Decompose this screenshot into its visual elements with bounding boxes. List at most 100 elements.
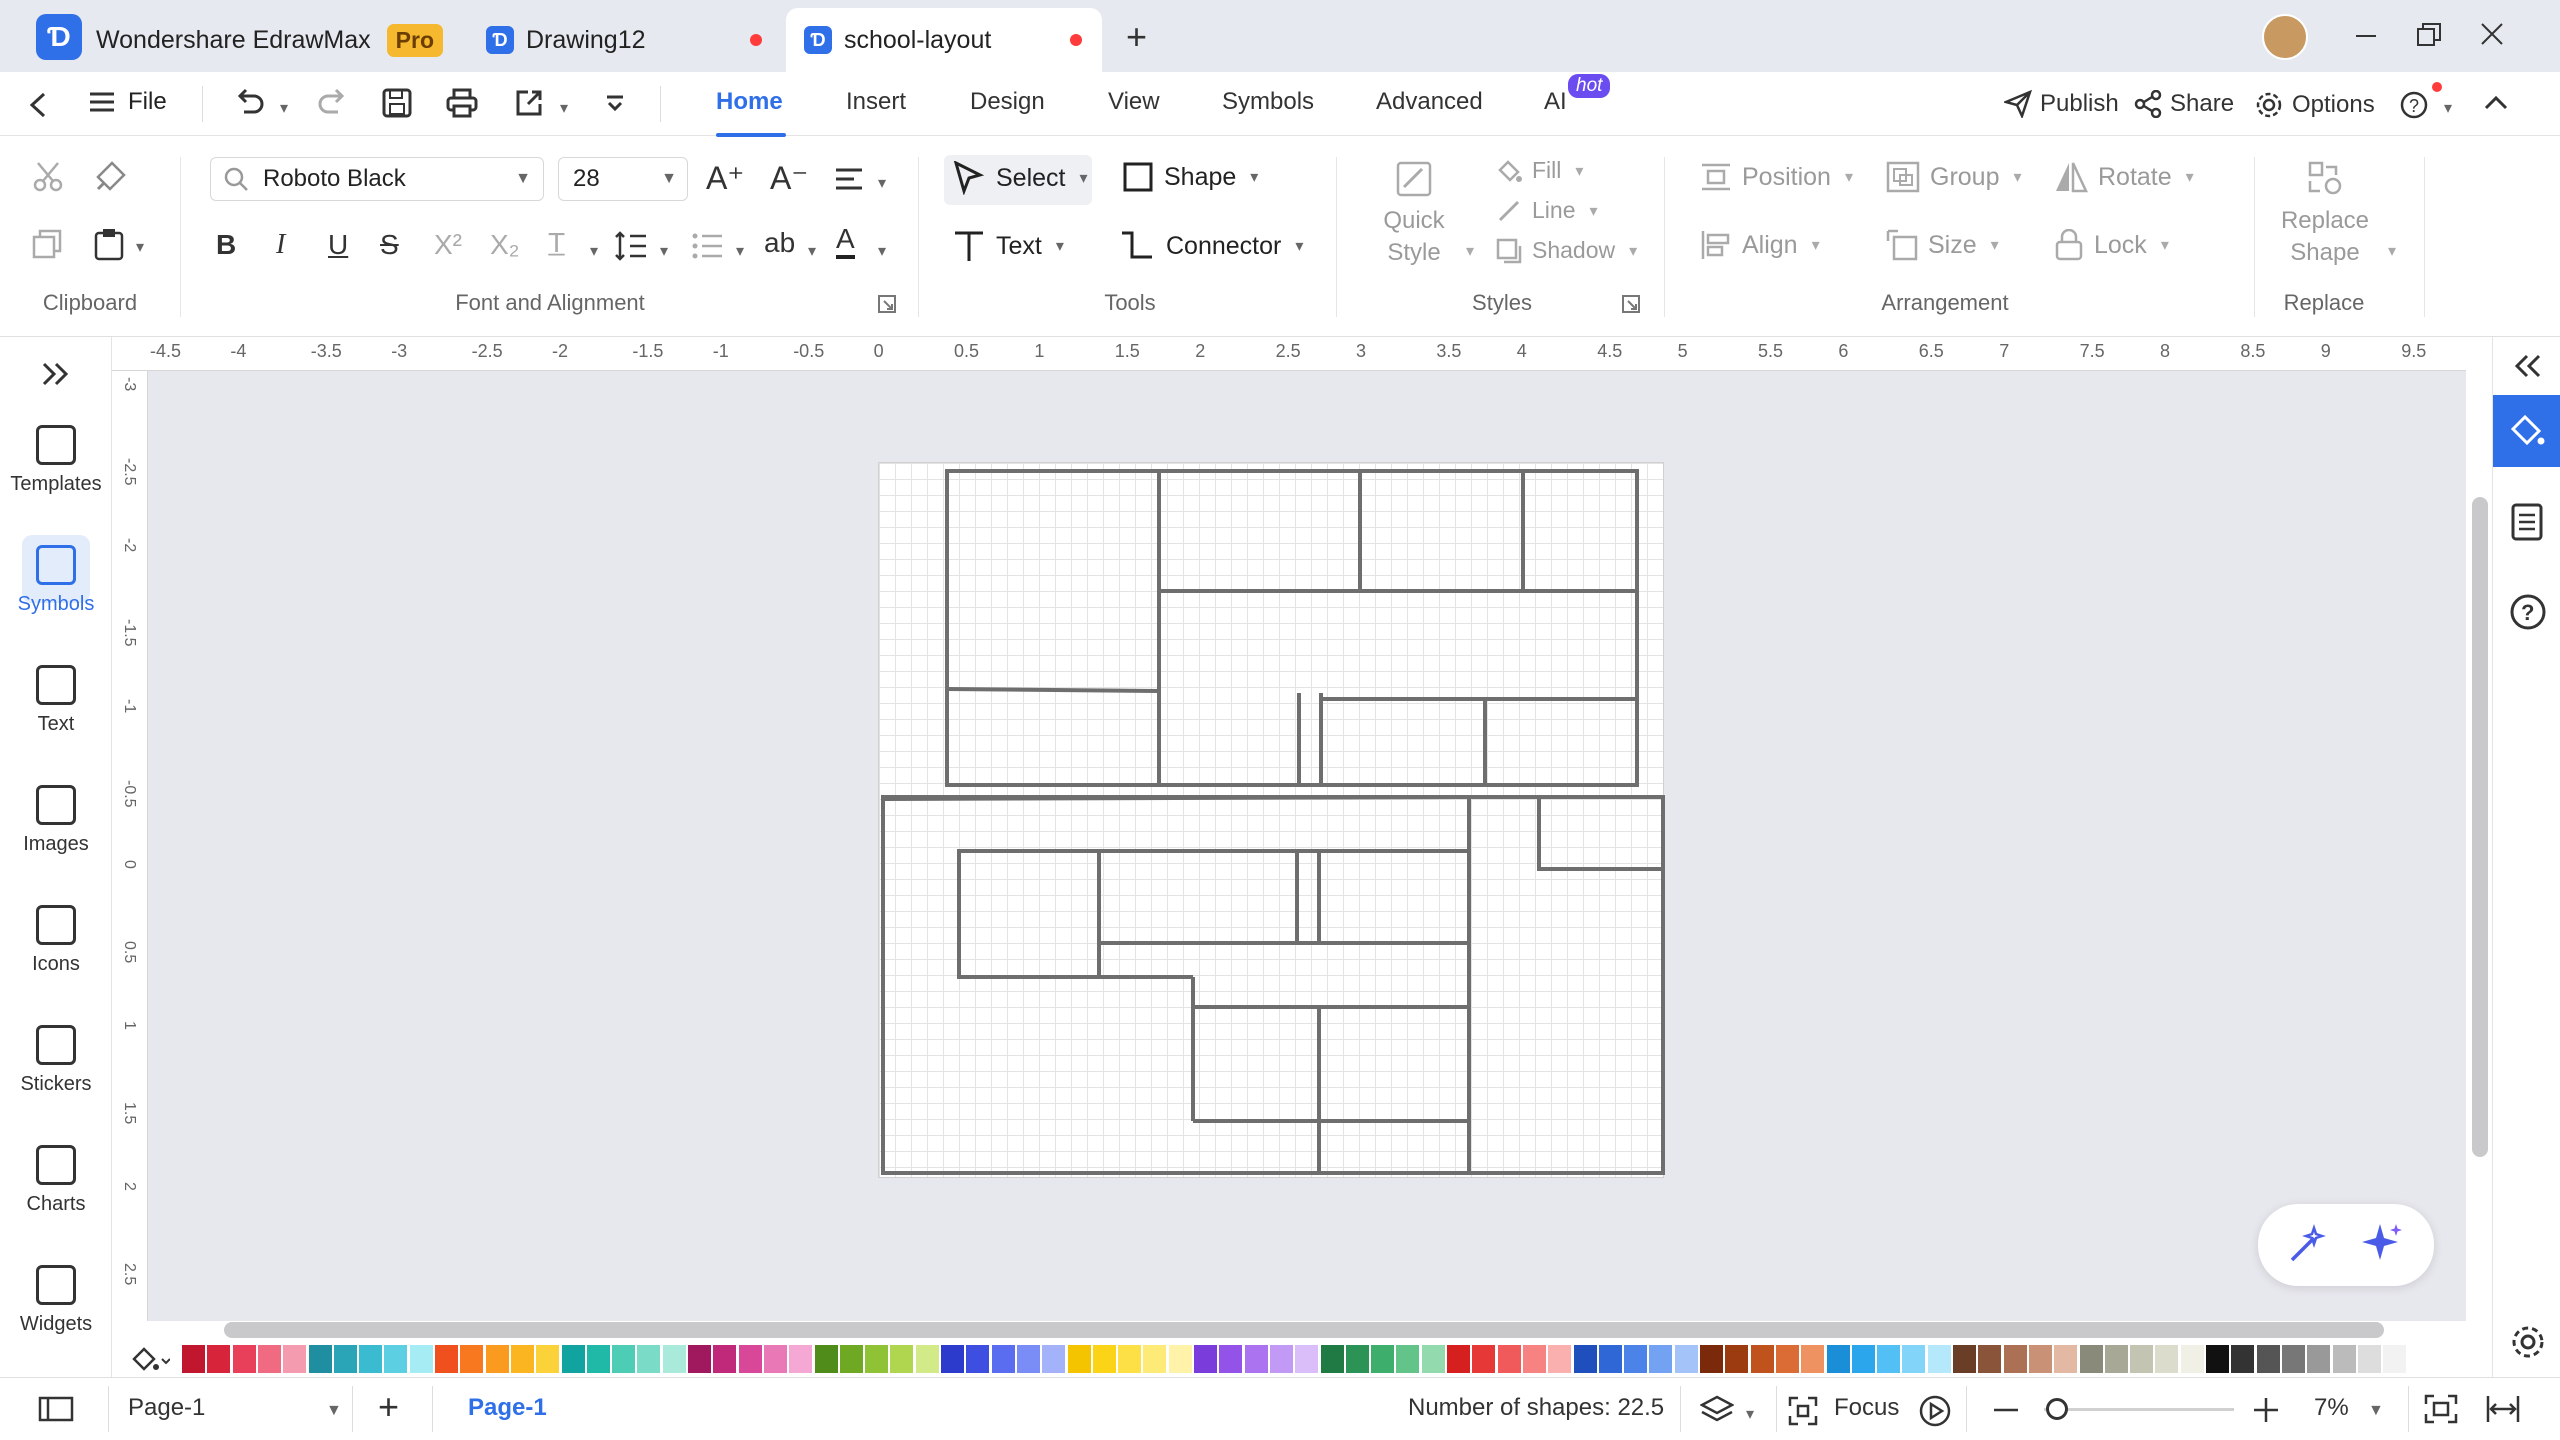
color-swatch[interactable]: [915, 1345, 939, 1373]
color-swatch[interactable]: [2206, 1345, 2229, 1373]
color-swatch[interactable]: [182, 1345, 205, 1373]
color-swatch[interactable]: [1371, 1345, 1395, 1373]
color-swatch[interactable]: [1522, 1345, 1546, 1373]
export-dropdown-icon[interactable]: ▾: [560, 98, 568, 118]
color-swatch[interactable]: [1978, 1345, 2002, 1373]
lower-building-outline[interactable]: [881, 795, 1665, 1175]
bold-icon[interactable]: B: [216, 229, 236, 261]
help-circle-icon[interactable]: ?: [2509, 593, 2547, 631]
color-swatch[interactable]: [1092, 1345, 1116, 1373]
color-swatch[interactable]: [1244, 1345, 1268, 1373]
select-tool-button[interactable]: Select ▾: [952, 161, 1088, 195]
line-spacing-icon[interactable]: [614, 231, 648, 261]
zoom-value[interactable]: 7%: [2314, 1394, 2349, 1422]
color-swatch[interactable]: [2028, 1345, 2052, 1373]
tab-ai[interactable]: AI: [1544, 88, 1567, 116]
replace-shape-icon[interactable]: [2308, 161, 2342, 195]
paste-dropdown-icon[interactable]: ▾: [136, 237, 144, 257]
undo-icon[interactable]: [234, 88, 264, 118]
color-swatch[interactable]: [1775, 1345, 1799, 1373]
color-swatch[interactable]: [2357, 1345, 2381, 1373]
tab-school-layout[interactable]: Ɗ school-layout: [786, 8, 1102, 72]
color-swatch[interactable]: [207, 1345, 231, 1373]
color-swatch[interactable]: [384, 1345, 408, 1373]
color-swatch[interactable]: [1194, 1345, 1217, 1373]
color-swatch[interactable]: [536, 1345, 560, 1373]
color-swatch[interactable]: [1497, 1345, 1521, 1373]
wall[interactable]: [946, 687, 1160, 693]
color-swatch[interactable]: [1143, 1345, 1167, 1373]
expand-panel-icon[interactable]: [40, 361, 72, 387]
quick-style-icon[interactable]: [1396, 161, 1432, 197]
color-swatch[interactable]: [2054, 1345, 2078, 1373]
color-swatch[interactable]: [738, 1345, 762, 1373]
color-swatch[interactable]: [991, 1345, 1015, 1373]
focus-icon[interactable]: [1788, 1396, 1818, 1426]
color-swatch[interactable]: [1826, 1345, 1850, 1373]
color-swatch[interactable]: [1624, 1345, 1648, 1373]
sidebar-item-text[interactable]: Text: [0, 665, 112, 736]
color-swatch[interactable]: [662, 1345, 686, 1373]
color-swatch[interactable]: [1421, 1345, 1445, 1373]
room-outline[interactable]: [1097, 849, 1471, 945]
page-tab-page-1[interactable]: Page-1: [468, 1394, 547, 1422]
zoom-in-icon[interactable]: [2254, 1398, 2278, 1422]
italic-icon[interactable]: I: [276, 229, 285, 261]
layers-icon[interactable]: [1700, 1394, 1734, 1426]
color-swatch[interactable]: [1750, 1345, 1774, 1373]
color-swatch[interactable]: [283, 1345, 307, 1373]
connector-tool-button[interactable]: Connector ▾: [1118, 229, 1303, 263]
sidebar-item-widgets[interactable]: Widgets: [0, 1265, 112, 1336]
color-swatch[interactable]: [1725, 1345, 1749, 1373]
color-swatch[interactable]: [1295, 1345, 1319, 1373]
tab-insert[interactable]: Insert: [846, 88, 906, 116]
line-spacing-dropdown-icon[interactable]: ▾: [660, 241, 668, 261]
fit-width-icon[interactable]: [2486, 1394, 2520, 1424]
vertical-scrollbar[interactable]: [2472, 497, 2488, 1157]
color-swatch[interactable]: [435, 1345, 458, 1373]
publish-button[interactable]: Publish: [2004, 90, 2119, 118]
color-swatch[interactable]: [2307, 1345, 2331, 1373]
color-swatch[interactable]: [2256, 1345, 2280, 1373]
color-swatch[interactable]: [2003, 1345, 2027, 1373]
color-swatch[interactable]: [333, 1345, 357, 1373]
tab-drawing12[interactable]: Ɗ Drawing12: [470, 8, 782, 72]
color-swatch[interactable]: [1016, 1345, 1040, 1373]
color-swatch[interactable]: [409, 1345, 433, 1373]
font-family-select[interactable]: Roboto Black ▼: [210, 157, 544, 201]
drawing-page[interactable]: [878, 462, 1665, 1178]
quick-style-dropdown-icon[interactable]: ▾: [1466, 241, 1474, 261]
color-swatch[interactable]: [1042, 1345, 1066, 1373]
color-swatch[interactable]: [1598, 1345, 1622, 1373]
upper-building-outline[interactable]: [945, 469, 1639, 787]
tab-design[interactable]: Design: [970, 88, 1045, 116]
align-button[interactable]: Align ▾: [1700, 229, 1820, 261]
restore-icon[interactable]: [2416, 22, 2442, 48]
dialog-launcher-icon[interactable]: [1622, 295, 1640, 313]
wall[interactable]: [882, 795, 1470, 801]
color-swatch[interactable]: [359, 1345, 383, 1373]
tab-symbols[interactable]: Symbols: [1222, 88, 1314, 116]
color-swatch[interactable]: [941, 1345, 964, 1373]
paste-icon[interactable]: [94, 227, 126, 261]
color-swatch[interactable]: [1573, 1345, 1597, 1373]
cut-icon[interactable]: [32, 161, 64, 193]
shape-tool-button[interactable]: Shape ▾: [1122, 161, 1258, 193]
color-swatch[interactable]: [814, 1345, 838, 1373]
color-swatch[interactable]: [763, 1345, 787, 1373]
add-page-button[interactable]: +: [378, 1386, 399, 1428]
page-properties-icon[interactable]: [2511, 503, 2543, 541]
fill-color-picker-icon[interactable]: [130, 1345, 170, 1373]
font-color-dropdown-icon[interactable]: ▾: [878, 241, 886, 261]
page-select-chevron-icon[interactable]: ▼: [326, 1402, 342, 1420]
replace-shape-dropdown-icon[interactable]: ▾: [2388, 241, 2396, 261]
color-swatch[interactable]: [2281, 1345, 2305, 1373]
align-dropdown-icon[interactable]: ▾: [878, 173, 886, 193]
color-swatch[interactable]: [2231, 1345, 2255, 1373]
sidebar-item-charts[interactable]: Charts: [0, 1145, 112, 1216]
group-button[interactable]: Group ▾: [1886, 161, 2022, 193]
zoom-slider-thumb[interactable]: [2045, 1398, 2068, 1420]
fill-button[interactable]: Fill ▾: [1496, 157, 1583, 184]
color-swatch[interactable]: [586, 1345, 610, 1373]
strikethrough-icon[interactable]: S: [380, 229, 399, 261]
